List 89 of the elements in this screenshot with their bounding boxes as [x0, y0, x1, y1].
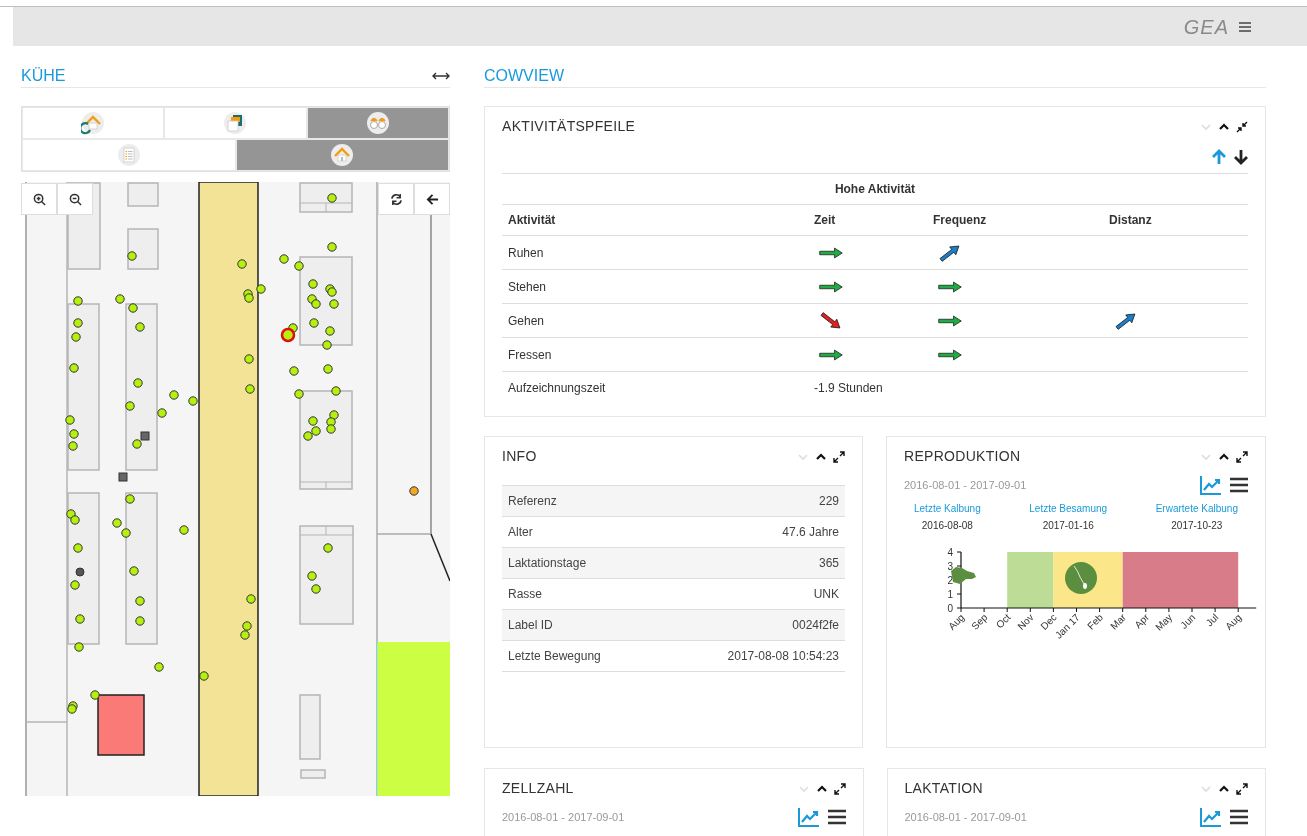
- expand-icon[interactable]: [1236, 450, 1248, 463]
- line-chart-icon[interactable]: [1200, 807, 1222, 827]
- tab[interactable]: [306, 107, 449, 139]
- panel-title: ZELLZAHL: [502, 779, 574, 798]
- column-header: Aktivität: [508, 212, 556, 229]
- info-label: Referenz: [508, 493, 557, 510]
- expand-icon[interactable]: [1236, 782, 1248, 795]
- milestone-link[interactable]: Letzte Besamung: [1029, 501, 1108, 516]
- x-tick-label: Mar: [1108, 611, 1129, 632]
- binoculars-icon: [365, 111, 390, 135]
- x-tick-label: Jun: [1178, 611, 1198, 631]
- zoom-in-icon: [32, 192, 46, 206]
- info-label: Letzte Bewegung: [508, 648, 601, 665]
- y-tick-label: 4: [947, 547, 953, 558]
- recording-time: -1.9 Stunden: [814, 380, 883, 397]
- line-chart-icon[interactable]: [1200, 475, 1222, 495]
- back-button[interactable]: [414, 183, 450, 215]
- house-icon: [330, 143, 355, 167]
- date-range: 2016-08-01 - 2017-09-01: [904, 809, 1027, 825]
- zoom-in-button[interactable]: [21, 183, 57, 215]
- activity-label: Stehen: [508, 278, 547, 296]
- date-range: 2016-08-01 - 2017-09-01: [904, 477, 1027, 493]
- menu-icon[interactable]: [827, 809, 846, 825]
- y-tick-label: 0: [947, 603, 953, 614]
- logo: GEA: [1183, 14, 1229, 40]
- menu-icon[interactable]: [1230, 477, 1248, 493]
- info-value: UNK: [813, 586, 839, 603]
- zoom-out-icon: [68, 192, 82, 206]
- activity-label: Ruhen: [508, 244, 544, 262]
- y-axis: [956, 551, 962, 609]
- x-tick-label: Apr: [1132, 611, 1152, 631]
- info-value: 229: [818, 493, 839, 510]
- cow-head-icon: [951, 567, 976, 584]
- milestone-link[interactable]: Letzte Kalbung: [914, 501, 981, 516]
- info-value: 0024f2fe: [792, 617, 839, 634]
- milestone-date: 2017-01-16: [1042, 519, 1094, 533]
- section-title: KÜHE: [21, 65, 66, 86]
- column-header: Frequenz: [933, 212, 987, 229]
- documents-icon: [223, 111, 248, 135]
- info-label: Rasse: [508, 586, 542, 603]
- expand-icon[interactable]: [833, 782, 846, 795]
- refresh-button[interactable]: [378, 183, 414, 215]
- date-range: 2016-08-01 - 2017-09-01: [502, 809, 625, 825]
- panel-title: AKTIVITÄTSPFEILE: [502, 117, 636, 136]
- menu-icon[interactable]: [1230, 809, 1248, 825]
- list-icon: [116, 143, 141, 167]
- tab[interactable]: [235, 139, 449, 171]
- resize-horizontal-icon[interactable]: [432, 71, 450, 80]
- house-icon: [81, 111, 106, 135]
- x-tick-label: Jul: [1203, 611, 1221, 629]
- down-arrow-icon[interactable]: [1234, 149, 1248, 165]
- activity-label: Fressen: [508, 346, 552, 364]
- milestone-date: 2016-08-08: [921, 519, 973, 533]
- x-tick-label: Nov: [1015, 611, 1036, 632]
- y-tick-label: 1: [947, 589, 953, 600]
- column-header: Zeit: [814, 212, 836, 229]
- up-arrow-icon[interactable]: [1212, 149, 1226, 165]
- x-tick-label: Feb: [1085, 611, 1105, 632]
- y-tick-label: 2: [947, 575, 953, 586]
- x-tick-label: Sep: [969, 611, 990, 632]
- activity-label: Aufzeichnungszeit: [508, 380, 606, 397]
- x-tick-label: May: [1153, 611, 1175, 633]
- x-tick-label: Dec: [1038, 611, 1059, 632]
- compress-icon[interactable]: [1236, 120, 1248, 133]
- panel-title: INFO: [502, 447, 537, 466]
- group-header: Hohe Aktivität: [834, 181, 916, 198]
- column-header: Distanz: [1109, 212, 1152, 229]
- milestone-link[interactable]: Erwartete Kalbung: [1155, 501, 1238, 516]
- section-title: COWVIEW: [484, 67, 564, 84]
- info-value: 365: [818, 555, 839, 572]
- info-value: 47.6 Jahre: [782, 524, 839, 541]
- panel-title: LAKTATION: [904, 779, 983, 798]
- x-tick-label: Aug: [946, 611, 967, 632]
- x-tick-label: Aug: [1223, 611, 1244, 632]
- sperm-icon: [1065, 562, 1097, 594]
- zoom-out-button[interactable]: [57, 183, 93, 215]
- milestone-date: 2017-10-23: [1171, 519, 1223, 533]
- info-label: Label ID: [508, 617, 553, 634]
- info-label: Alter: [508, 524, 533, 541]
- back-arrow-icon: [425, 192, 439, 206]
- activity-label: Gehen: [508, 312, 545, 330]
- info-value: 2017-08-08 10:54:23: [727, 648, 839, 665]
- expand-icon[interactable]: [833, 450, 845, 463]
- x-tick-label: Oct: [993, 611, 1013, 631]
- panel-title: REPRODUKTION: [904, 447, 1021, 466]
- info-label: Laktationstage: [508, 555, 587, 572]
- line-chart-icon[interactable]: [797, 807, 820, 827]
- y-tick-label: 3: [947, 561, 953, 572]
- refresh-icon: [389, 192, 403, 206]
